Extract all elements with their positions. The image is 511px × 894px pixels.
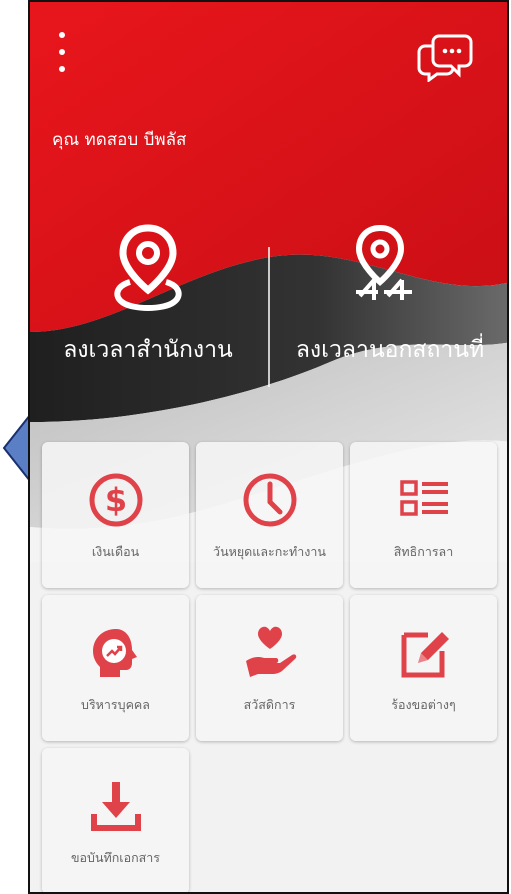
menu-item-label: วันหยุดและกะทำงาน	[213, 544, 326, 559]
dollar-icon: $	[89, 473, 142, 527]
head-growth-icon	[92, 629, 137, 677]
menu-grid: $ เงินเดือน วันหยุดและกะทำงาน สิทธิการลา	[42, 442, 498, 892]
onsite-checkin-button[interactable]: ลงเวลานอกสถานที่	[272, 224, 507, 374]
svg-text:$: $	[104, 481, 126, 519]
menu-item-label: ขอบันทึกเอกสาร	[70, 850, 161, 865]
menu-item-welfare[interactable]: สวัสดิการ	[196, 595, 343, 741]
dot-icon	[59, 66, 65, 72]
menu-item-salary[interactable]: $ เงินเดือน	[42, 442, 189, 588]
chat-bubbles-icon	[417, 34, 473, 83]
menu-item-label: ร้องขอต่างๆ	[391, 697, 456, 712]
menu-item-label: สวัสดิการ	[243, 697, 296, 712]
menu-item-personnel[interactable]: บริหารบุคคล	[42, 595, 189, 741]
download-icon	[90, 782, 141, 831]
edit-icon	[401, 632, 449, 678]
office-checkin-label: ลงเวลาสำนักงาน	[63, 337, 233, 363]
list-icon	[399, 480, 448, 516]
menu-item-label: เงินเดือน	[91, 544, 140, 559]
location-pin-icon	[114, 224, 182, 311]
user-greeting: คุณ ทดสอบ บีพลัส	[52, 130, 187, 150]
menu-item-label: บริหารบุคคล	[81, 697, 150, 712]
dot-icon	[59, 49, 65, 55]
map-pin-icon	[355, 224, 412, 300]
office-checkin-button[interactable]: ลงเวลาสำนักงาน	[30, 224, 266, 374]
menu-item-holidays-shifts[interactable]: วันหยุดและกะทำงาน	[196, 442, 343, 588]
phone-screen: คุณ ทดสอบ บีพลัส ลงเวลาสำนักงาน ลงเวลานอ…	[28, 0, 509, 894]
dot-icon	[59, 32, 65, 38]
menu-item-requests[interactable]: ร้องขอต่างๆ	[350, 595, 497, 741]
menu-item-leave-rights[interactable]: สิทธิการลา	[350, 442, 497, 588]
clock-icon	[243, 473, 296, 527]
heart-hand-icon	[245, 626, 296, 677]
menu-item-document-record[interactable]: ขอบันทึกเอกสาร	[42, 748, 189, 892]
menu-item-label: สิทธิการลา	[393, 544, 454, 559]
checkin-divider	[268, 247, 270, 387]
chat-button[interactable]	[415, 20, 477, 83]
onsite-checkin-label: ลงเวลานอกสถานที่	[295, 337, 485, 363]
menu-dots-button[interactable]	[52, 32, 72, 72]
